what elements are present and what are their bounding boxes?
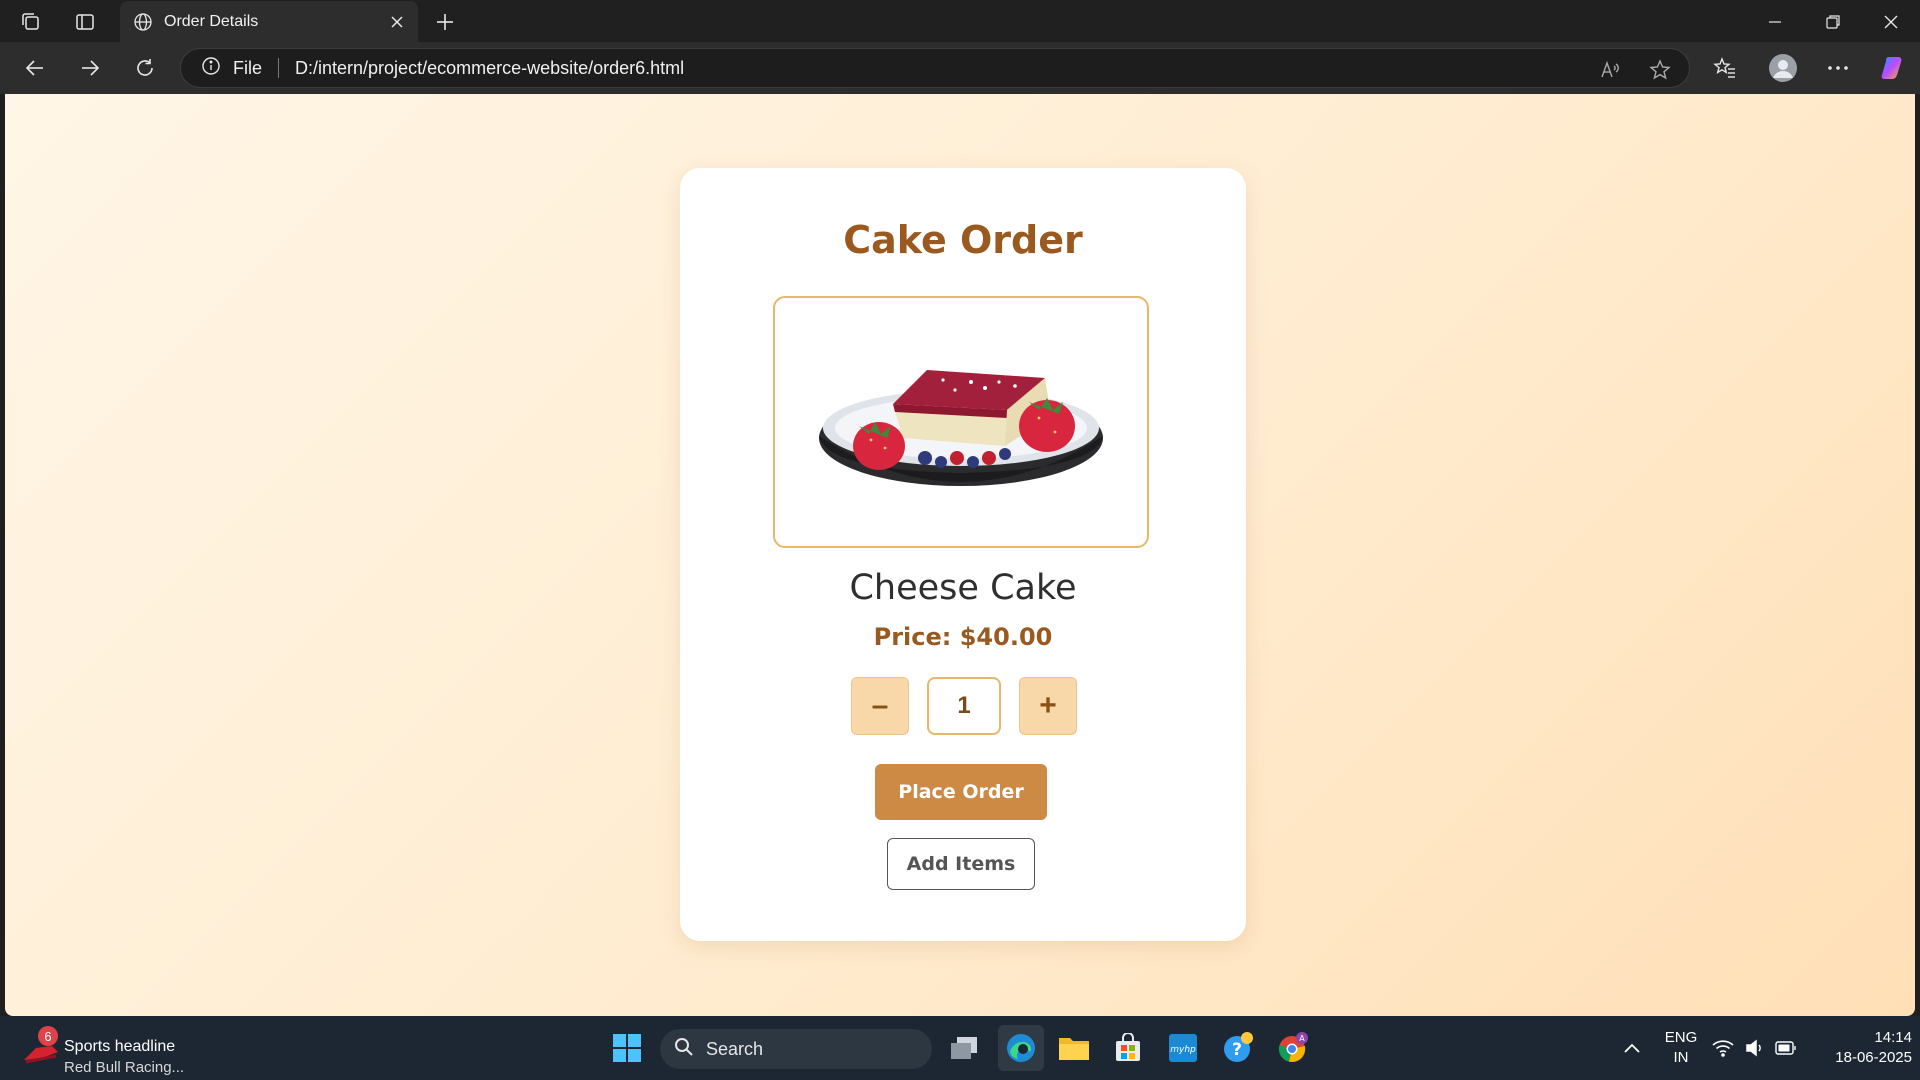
product-image-frame: [773, 296, 1149, 548]
clock-date: 18-06-2025: [1835, 1049, 1912, 1066]
windows-start-icon[interactable]: [607, 1028, 647, 1068]
language-code: ENG: [1664, 1029, 1698, 1046]
restore-icon[interactable]: [1818, 7, 1848, 37]
language-indicator[interactable]: ENG IN: [1660, 1028, 1702, 1068]
url-text[interactable]: D:/intern/project/ecommerce-website/orde…: [295, 58, 684, 79]
refresh-icon[interactable]: [130, 53, 160, 83]
vertical-tabs-icon[interactable]: [70, 7, 100, 37]
profile-avatar-icon[interactable]: [1766, 51, 1800, 85]
file-label: File: [233, 57, 263, 78]
myhp-icon[interactable]: myhp: [1163, 1028, 1203, 1068]
news-headline: Sports headline: [64, 1038, 176, 1055]
product-price: Price: $40.00: [873, 623, 1053, 651]
close-window-icon[interactable]: [1876, 7, 1906, 37]
increase-quantity-button[interactable]: +: [1019, 677, 1077, 735]
close-tab-icon[interactable]: [386, 11, 408, 33]
taskbar: 6 Sports headline Red Bull Racing... Sea…: [0, 1016, 1920, 1080]
microsoft-store-icon[interactable]: [1108, 1028, 1148, 1068]
wifi-icon[interactable]: [1708, 1028, 1738, 1068]
page-title: Cake Order: [843, 218, 1083, 262]
globe-icon: [132, 11, 154, 33]
read-aloud-icon[interactable]: [1597, 57, 1623, 83]
copilot-icon[interactable]: [1878, 52, 1910, 84]
tab-title: Order Details: [164, 12, 259, 30]
tab-bar: Order Details: [0, 0, 1920, 42]
chrome-icon[interactable]: A: [1273, 1028, 1313, 1068]
favorite-star-icon[interactable]: [1647, 57, 1673, 83]
file-explorer-icon[interactable]: [1054, 1028, 1094, 1068]
browser-toolbar: File D:/intern/project/ecommerce-website…: [0, 42, 1920, 94]
show-hidden-icons-chevron-icon[interactable]: [1612, 1028, 1652, 1068]
news-count-badge: 6: [38, 1026, 58, 1046]
taskbar-search-box[interactable]: Search: [660, 1029, 932, 1069]
svg-text:A: A: [1299, 1034, 1305, 1043]
back-icon[interactable]: [20, 53, 50, 83]
clock[interactable]: 14:14 18-06-2025: [1812, 1028, 1912, 1068]
edge-browser-icon[interactable]: [998, 1025, 1044, 1071]
address-separator: [278, 58, 280, 78]
place-order-button[interactable]: Place Order: [875, 764, 1047, 820]
quantity-input[interactable]: 1: [927, 677, 1001, 735]
more-options-icon[interactable]: [1823, 53, 1853, 83]
volume-icon[interactable]: [1740, 1028, 1770, 1068]
cheesecake-image: [819, 370, 1103, 486]
new-tab-icon[interactable]: [430, 7, 460, 37]
forward-icon[interactable]: [75, 53, 105, 83]
page-viewport: Cake Order Cheese Cake Price: $40.00 – 1…: [5, 94, 1915, 1016]
quantity-stepper: – 1 +: [680, 677, 1246, 735]
address-bar[interactable]: File D:/intern/project/ecommerce-website…: [180, 48, 1690, 88]
minimize-icon[interactable]: [1760, 7, 1790, 37]
search-icon: [674, 1037, 694, 1062]
order-card: Cake Order Cheese Cake Price: $40.00 – 1…: [680, 168, 1246, 941]
product-name: Cheese Cake: [849, 568, 1077, 608]
task-view-icon[interactable]: [944, 1028, 984, 1068]
tab-order-details[interactable]: Order Details: [120, 1, 418, 42]
battery-icon[interactable]: [1771, 1028, 1801, 1068]
add-items-button[interactable]: Add Items: [887, 838, 1035, 890]
get-help-icon[interactable]: ?: [1218, 1028, 1258, 1068]
svg-text:myhp: myhp: [1170, 1045, 1196, 1055]
workspaces-icon[interactable]: [16, 7, 46, 37]
region-code: IN: [1673, 1049, 1689, 1066]
search-placeholder: Search: [706, 1038, 764, 1059]
news-subtitle: Red Bull Racing...: [64, 1059, 185, 1076]
info-icon[interactable]: [201, 56, 221, 81]
news-text: Sports headline Red Bull Racing...: [64, 1038, 264, 1076]
decrease-quantity-button[interactable]: –: [851, 677, 909, 735]
clock-time: 14:14: [1874, 1029, 1912, 1046]
svg-text:?: ?: [1232, 1040, 1242, 1060]
favorites-icon[interactable]: [1710, 53, 1740, 83]
